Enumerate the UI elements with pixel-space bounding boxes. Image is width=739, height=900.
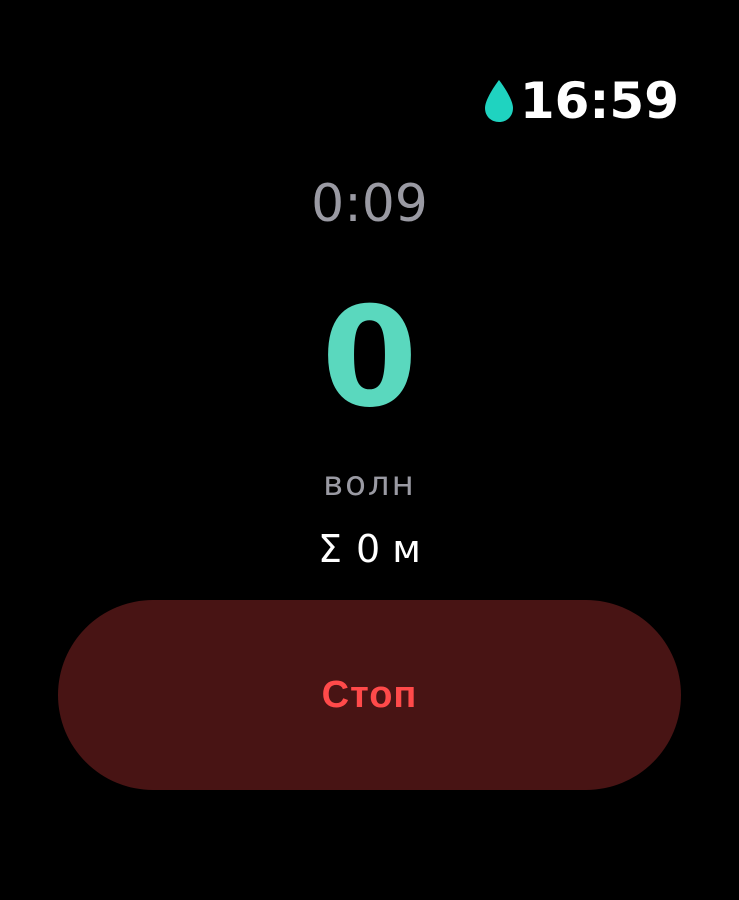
- stop-button[interactable]: Стоп: [58, 600, 681, 790]
- distance-total: Σ 0 м: [0, 524, 739, 574]
- stop-button-label: Стоп: [321, 673, 418, 716]
- wave-count-label: волн: [323, 464, 416, 504]
- sigma-symbol: Σ: [318, 527, 343, 571]
- watch-screen: 16:59 0:09 0 волн Σ 0 м Стоп: [0, 0, 739, 900]
- wave-count: 0: [321, 277, 418, 438]
- clock: 16:59: [519, 72, 679, 130]
- elapsed-time: 0:09: [311, 174, 428, 234]
- status-bar: 16:59: [482, 72, 679, 130]
- distance-value: 0 м: [356, 527, 421, 571]
- water-drop-icon: [482, 78, 516, 124]
